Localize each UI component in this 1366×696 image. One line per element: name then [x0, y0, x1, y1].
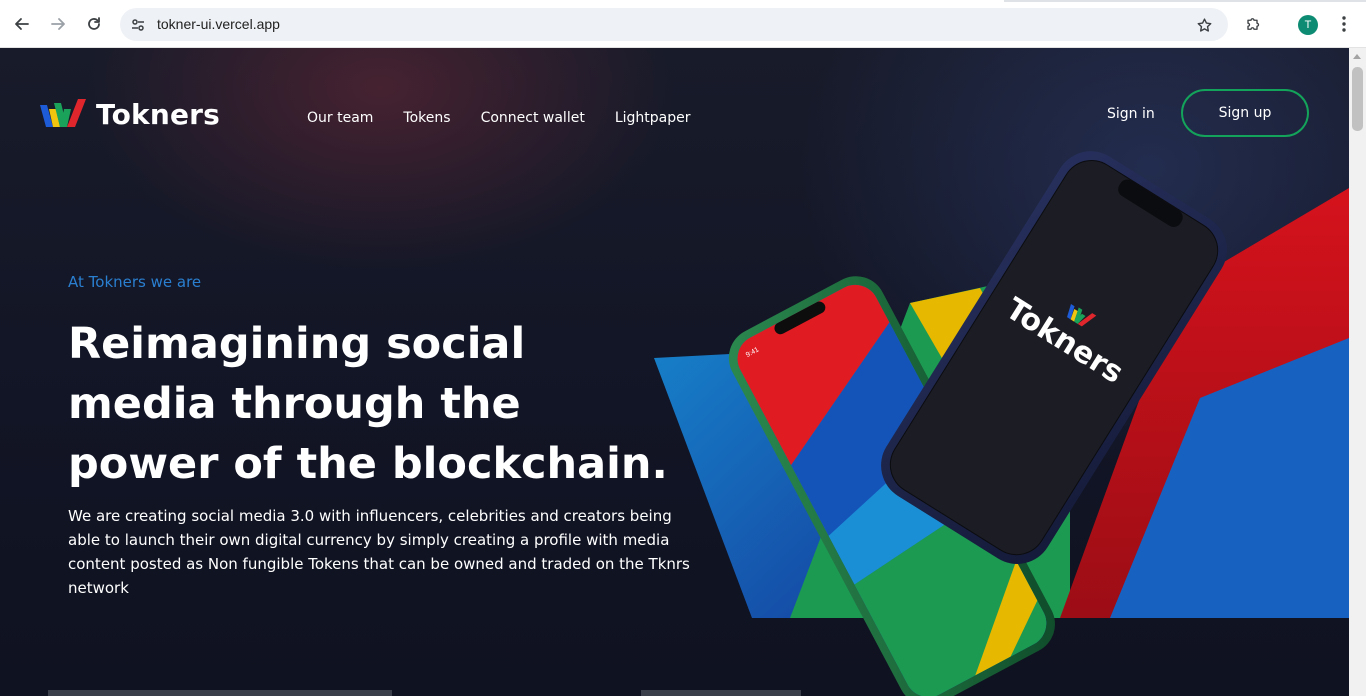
- profile-avatar[interactable]: T: [1298, 15, 1318, 35]
- nav-connect-wallet[interactable]: Connect wallet: [481, 110, 585, 126]
- section-divider-left: [48, 690, 392, 696]
- scrollbar-thumb[interactable]: [1352, 67, 1363, 131]
- section-divider-right: [641, 690, 801, 696]
- tab-strip-edge: [0, 0, 1366, 2]
- page-scrollbar[interactable]: [1349, 48, 1366, 696]
- more-menu-icon[interactable]: [1334, 13, 1354, 35]
- headline-line-2: media through the: [68, 379, 521, 429]
- scroll-up-arrow-icon[interactable]: [1353, 54, 1361, 59]
- sign-in-link[interactable]: Sign in: [1107, 106, 1155, 122]
- hero-headline: Reimagining social media through the pow…: [68, 314, 688, 494]
- extensions-icon[interactable]: [1243, 13, 1265, 35]
- forward-arrow-icon[interactable]: [45, 11, 71, 37]
- hero-phones-illustration: 9:41 Tokners: [654, 151, 1349, 696]
- hero-description: We are creating social media 3.0 with in…: [68, 507, 690, 597]
- back-arrow-icon[interactable]: [9, 11, 35, 37]
- nav-our-team[interactable]: Our team: [307, 110, 373, 126]
- url-text[interactable]: tokner-ui.vercel.app: [157, 16, 280, 32]
- hero-eyebrow: At Tokners we are: [68, 273, 202, 291]
- site-logo[interactable]: Tokners: [40, 98, 220, 131]
- bookmark-star-icon[interactable]: [1194, 15, 1214, 35]
- nav-lightpaper[interactable]: Lightpaper: [615, 110, 691, 126]
- brand-name: Tokners: [96, 98, 221, 131]
- headline-line-1: Reimagining social: [68, 319, 526, 369]
- sign-up-button[interactable]: Sign up: [1181, 89, 1309, 137]
- reload-icon[interactable]: [81, 11, 107, 37]
- nav-tokens[interactable]: Tokens: [403, 110, 450, 126]
- landing-page: Tokners Our team Tokens Connect wallet L…: [0, 48, 1349, 696]
- main-nav: Our team Tokens Connect wallet Lightpape…: [307, 110, 690, 126]
- tokners-logo-icon: [40, 98, 86, 127]
- address-bar[interactable]: tokner-ui.vercel.app: [120, 8, 1228, 41]
- browser-toolbar: tokner-ui.vercel.app T: [0, 0, 1366, 48]
- headline-line-3: power of the blockchain.: [68, 439, 668, 489]
- site-settings-icon[interactable]: [127, 14, 149, 36]
